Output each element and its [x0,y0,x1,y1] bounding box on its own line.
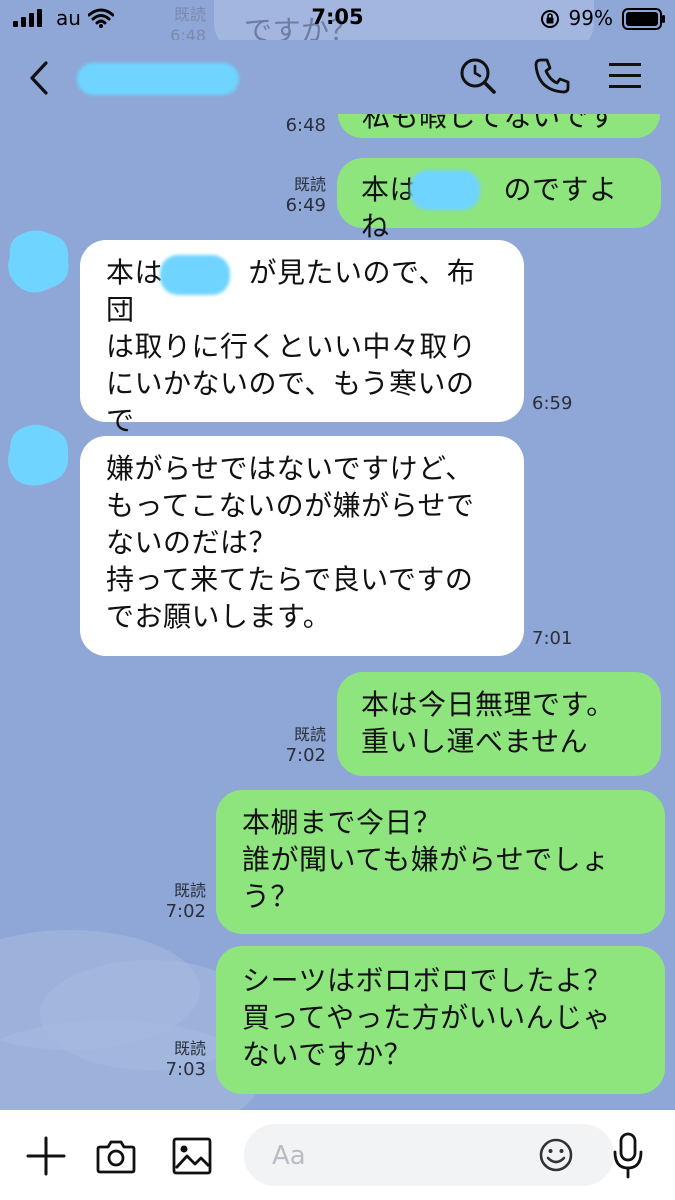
message-line: ないのだは？ [106,526,278,559]
contact-name-redaction [78,64,238,94]
back-chevron-icon[interactable] [26,60,52,96]
message-line: 本棚まで今日？ [242,806,442,839]
message-bubble-sent[interactable]: 本は のですよね [337,158,661,243]
message-line: 嫌がらせではないですけど、 [106,452,474,485]
message-bubble-sent[interactable]: 本棚まで今日？ 誰が聞いても嫌がらせでしょ う？ [216,790,665,934]
message-meta: 既読 7:02 [270,724,326,766]
message-line: ないですか？ [242,1038,413,1071]
timestamp: 7:03 [165,1059,206,1080]
message-bubble-received[interactable]: 本は が見たいので、布団 は取りに行くといい中々取り にいかないので、もう寒いの… [80,240,524,437]
timestamp: 6:48 [285,115,326,136]
message-bubble-sent[interactable]: シーツはボロボロでしたよ？ 買ってやった方がいいんじゃ ないですか？ [216,946,665,1094]
message-meta: 既読 7:02 [150,880,206,922]
rotation-lock-icon [541,10,559,28]
message-line: 重いし運べません [361,725,589,758]
message-line: もってこないのが嫌がらせで [106,489,475,522]
message-line: シーツはボロボロでしたよ？ [242,964,612,997]
read-status: 既読 [173,1039,206,1058]
battery-percentage: 99% [568,6,613,30]
microphone-icon[interactable] [612,1132,644,1180]
message-line: 誰が聞いても嫌がらせでしょ [242,843,610,876]
timestamp: 7:01 [532,628,573,649]
timestamp: 6:49 [285,195,326,216]
message-line: でお願いします。 [106,600,332,633]
timestamp: 6:59 [532,393,573,414]
message-line: う？ [242,880,300,913]
message-meta: 既読 7:03 [150,1038,206,1080]
message-line: にいかないので、もう寒いの [106,367,475,400]
camera-icon[interactable] [96,1136,136,1176]
message-line: 持って来てたらで良いですの [106,563,474,596]
message-line: 買ってやった方がいいんじゃ [242,1001,612,1034]
read-status: 既読 [293,725,326,744]
phone-icon[interactable] [532,56,572,96]
message-input[interactable] [270,1139,514,1173]
battery-icon [622,8,665,30]
message-line: は取りに行くといい中々取り [106,330,477,363]
contact-avatar[interactable] [4,226,74,296]
message-bubble-sent[interactable]: 本は今日無理です。 重いし運べません [337,672,661,776]
timestamp: 7:02 [285,745,326,766]
timestamp: 7:02 [165,901,206,922]
redaction-blur [410,170,480,210]
redaction-blur [160,255,230,295]
image-icon[interactable] [172,1136,212,1176]
message-line: で [106,404,135,437]
read-status: 既読 [293,175,326,194]
plus-icon[interactable] [26,1136,66,1176]
message-input-container[interactable] [244,1124,614,1186]
message-bubble-received[interactable]: 嫌がらせではないですけど、 もってこないのが嫌がらせで ないのだは？ 持って来て… [80,436,524,656]
chat-header [0,40,675,114]
contact-avatar[interactable] [4,420,74,490]
message-composer [0,1110,675,1200]
emoji-icon[interactable] [538,1137,574,1173]
message-line: 本は今日無理です。 [361,688,615,721]
menu-icon[interactable] [607,60,643,92]
search-icon[interactable] [458,56,498,96]
message-meta: 既読 6:49 [270,174,326,216]
status-bar: au 7:05 99% [0,0,675,40]
read-status: 既読 [173,881,206,900]
